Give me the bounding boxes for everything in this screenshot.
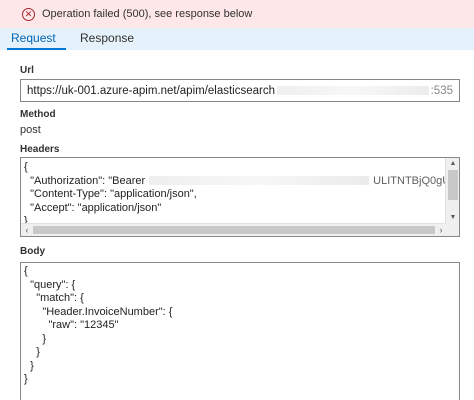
- tab-response[interactable]: Response: [80, 28, 134, 50]
- body-line: }: [24, 373, 28, 385]
- headers-vertical-scrollbar[interactable]: ▲ ▼: [445, 158, 459, 224]
- scroll-thumb[interactable]: [33, 226, 435, 234]
- body-line: }: [24, 346, 40, 358]
- error-message: Operation failed (500), see response bel…: [42, 8, 253, 20]
- body-line: "Header.InvoiceNumber": {: [24, 305, 173, 318]
- headers-line: {: [24, 161, 28, 173]
- headers-line: "Content-Type": "application/json",: [24, 188, 197, 200]
- scroll-left-icon[interactable]: ‹: [22, 225, 32, 235]
- headers-line: "Accept": "application/json": [24, 201, 162, 214]
- body-label: Body: [20, 246, 45, 257]
- headers-horizontal-scrollbar[interactable]: ‹ ›: [21, 223, 447, 236]
- body-textarea[interactable]: { "query": { "match": { "Header.InvoiceN…: [20, 262, 460, 400]
- method-value: post: [20, 124, 41, 136]
- redacted-token: [149, 176, 370, 186]
- body-line: "query": {: [24, 278, 76, 291]
- headers-code: { "Authorization": "BearerULITNTBjQ0gUeE…: [24, 161, 459, 229]
- error-banner: ✕ Operation failed (500), see response b…: [0, 0, 474, 28]
- body-code: { "query": { "match": { "Header.InvoiceN…: [24, 265, 172, 387]
- url-label: Url: [20, 65, 34, 76]
- url-tail: :535: [430, 84, 453, 97]
- body-line: }: [24, 332, 47, 345]
- scroll-down-icon[interactable]: ▼: [448, 213, 458, 223]
- headers-label: Headers: [20, 144, 60, 155]
- headers-line: "Authorization": "Bearer: [24, 174, 146, 187]
- tab-bar: Request Response: [0, 28, 474, 50]
- error-circle-icon: ✕: [22, 7, 35, 21]
- body-line: "match": {: [24, 292, 84, 304]
- body-line: "raw": "12345": [24, 319, 119, 331]
- scroll-up-icon[interactable]: ▲: [448, 159, 458, 169]
- tab-request[interactable]: Request: [7, 28, 66, 50]
- headers-textarea[interactable]: { "Authorization": "BearerULITNTBjQ0gUeE…: [20, 157, 460, 237]
- url-value: https://uk-001.azure-apim.net/apim/elast…: [27, 84, 276, 97]
- body-line: }: [24, 359, 34, 372]
- scroll-thumb[interactable]: [448, 170, 458, 200]
- body-line: {: [24, 265, 28, 277]
- scrollbar-corner: [445, 223, 459, 236]
- url-field[interactable]: https://uk-001.azure-apim.net/apim/elast…: [20, 79, 460, 102]
- method-label: Method: [20, 109, 56, 120]
- redacted-url-segment: [277, 86, 429, 95]
